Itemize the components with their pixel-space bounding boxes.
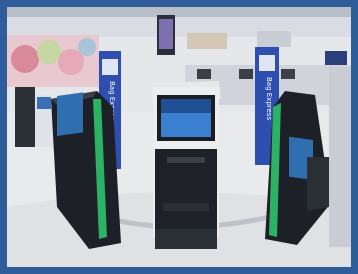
kiosk-center bbox=[151, 81, 221, 249]
ceiling-beam bbox=[7, 7, 351, 17]
terminal-scene: Bag Express Bag Express bbox=[7, 7, 351, 267]
floral-mural bbox=[7, 35, 99, 87]
terminal-column bbox=[329, 67, 351, 247]
background-kiosk-left bbox=[15, 87, 55, 147]
center-kiosk-base bbox=[155, 229, 217, 249]
distant-sign-right bbox=[257, 31, 291, 47]
center-kiosk-card-slot bbox=[167, 157, 205, 163]
right-banner-text: Bag Express bbox=[265, 77, 273, 120]
distant-sign bbox=[187, 33, 227, 49]
left-kiosk-screen bbox=[57, 92, 83, 136]
photo-frame: Bag Express Bag Express bbox=[0, 0, 358, 274]
